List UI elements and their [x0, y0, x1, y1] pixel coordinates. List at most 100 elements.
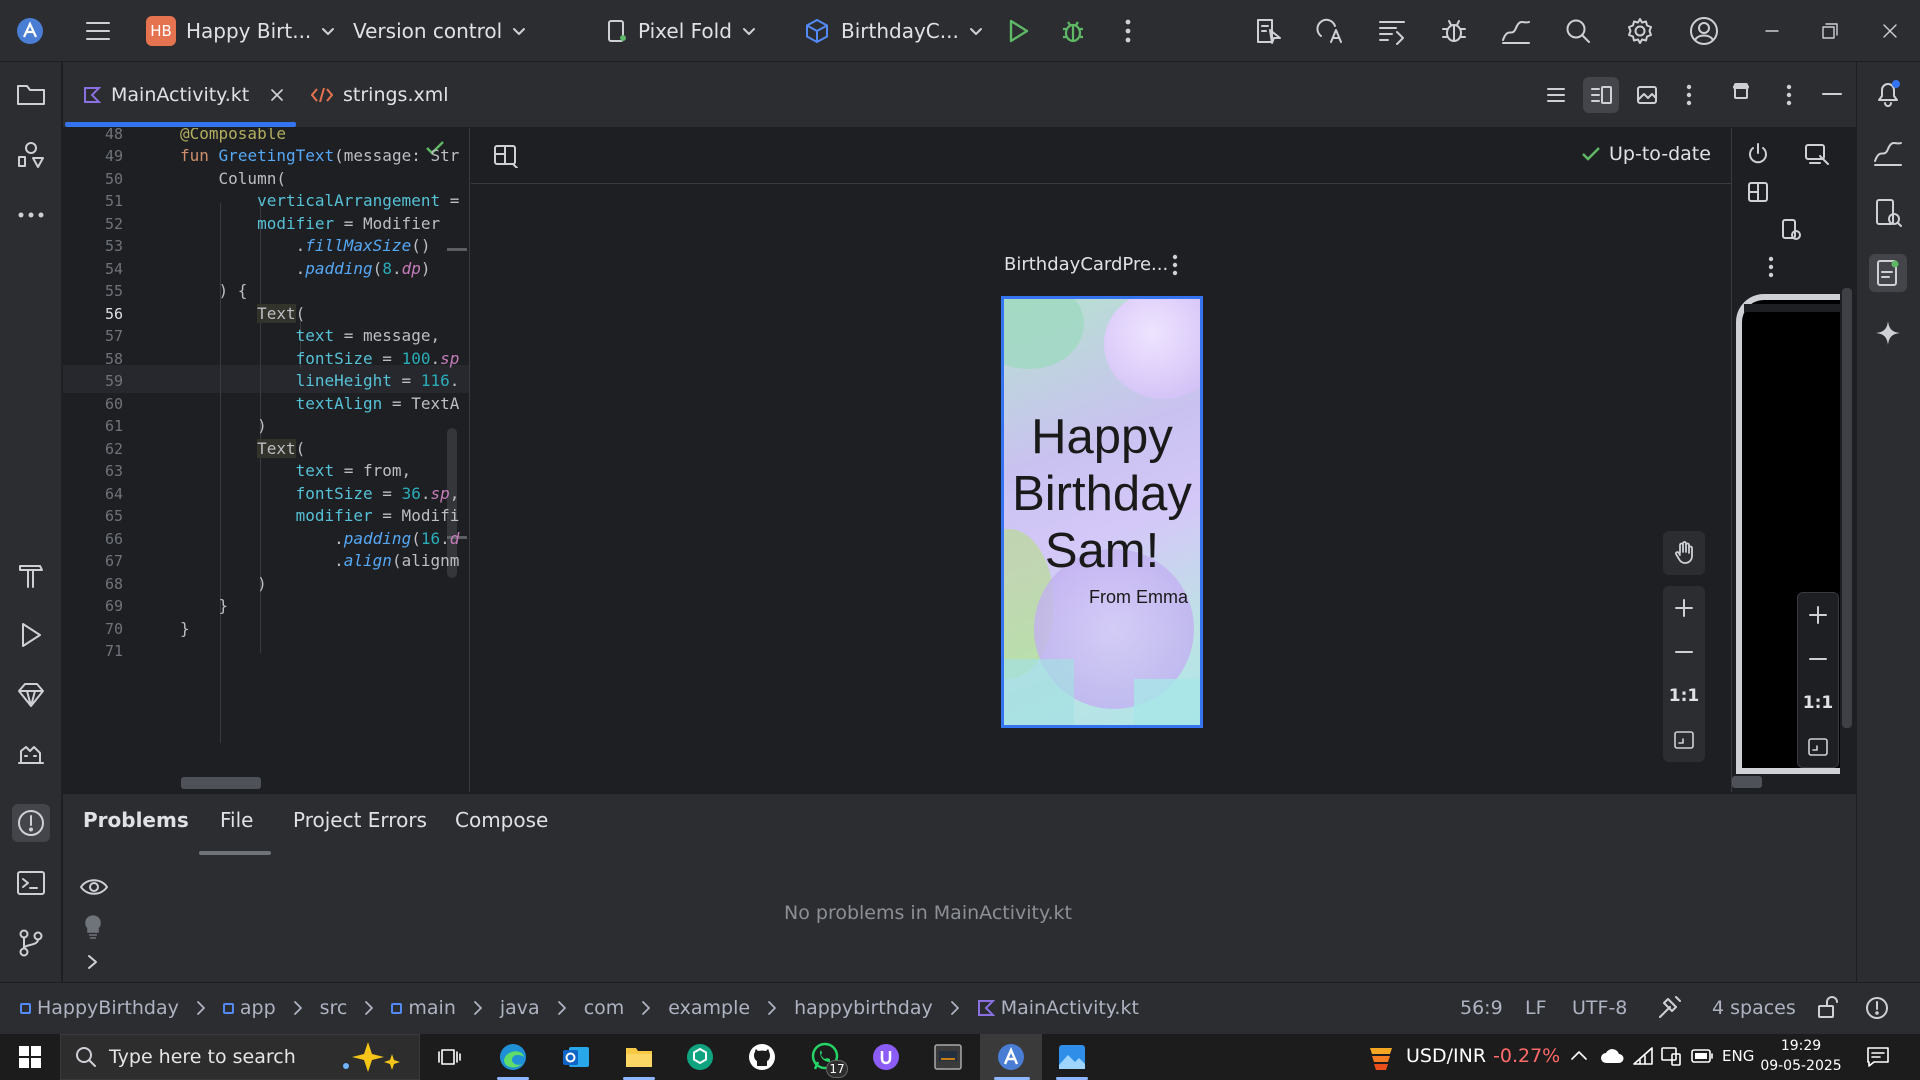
- task-view-icon[interactable]: [430, 1040, 470, 1074]
- device-fold-icon[interactable]: [1746, 180, 1770, 204]
- tab-mainactivity[interactable]: MainActivity.kt: [83, 62, 284, 128]
- android-studio-taskbar-icon[interactable]: [991, 1040, 1031, 1074]
- code-line[interactable]: lineHeight = 116.: [180, 371, 460, 390]
- more-actions-icon[interactable]: [1110, 13, 1146, 49]
- outlook-icon[interactable]: [556, 1040, 596, 1074]
- device-zoom-out-icon[interactable]: [1798, 637, 1838, 681]
- code-line[interactable]: fontSize = 36.sp,: [180, 484, 460, 503]
- device-panel-options-icon[interactable]: [1777, 79, 1801, 111]
- device-more-icon[interactable]: [1768, 256, 1774, 278]
- photos-app-icon[interactable]: [1052, 1040, 1092, 1074]
- device-zoom-actual-size[interactable]: 1:1: [1798, 681, 1838, 725]
- zoom-out-icon[interactable]: [1663, 630, 1705, 674]
- apply-changes-icon[interactable]: [1250, 13, 1286, 49]
- windows-start-icon[interactable]: [10, 1040, 50, 1074]
- network-wifi-icon[interactable]: [1632, 1046, 1654, 1066]
- resource-manager-icon[interactable]: [12, 136, 50, 174]
- indentation[interactable]: 4 spaces: [1712, 997, 1796, 1019]
- expand-chevron-icon[interactable]: [85, 954, 99, 970]
- birthday-card-preview[interactable]: Happy Birthday Sam! From Emma: [1001, 296, 1203, 728]
- breadcrumb-item[interactable]: app: [222, 997, 276, 1019]
- code-line[interactable]: ): [180, 416, 267, 435]
- breadcrumb-item[interactable]: main: [391, 997, 456, 1019]
- file-explorer-icon[interactable]: [619, 1040, 659, 1074]
- code-editor[interactable]: 4748@Composable49fun GreetingText(messag…: [63, 128, 470, 792]
- split-view-icon[interactable]: [1583, 77, 1619, 113]
- tab-strings-xml[interactable]: strings.xml: [311, 62, 449, 128]
- device-explorer-icon[interactable]: [1869, 194, 1907, 232]
- sync-project-icon[interactable]: [1374, 13, 1410, 49]
- main-menu-icon[interactable]: [80, 13, 116, 49]
- build-hammer-icon[interactable]: [12, 556, 50, 594]
- running-devices-icon[interactable]: [1869, 254, 1907, 292]
- code-line[interactable]: }: [180, 596, 229, 615]
- device-selector[interactable]: Pixel Fold: [606, 0, 756, 62]
- device-zoom-in-icon[interactable]: [1798, 593, 1838, 637]
- terminal-icon[interactable]: [12, 864, 50, 902]
- hide-panel-icon[interactable]: [1821, 84, 1851, 108]
- breadcrumb-item[interactable]: MainActivity.kt: [977, 997, 1139, 1019]
- breadcrumb-item[interactable]: java: [500, 997, 540, 1019]
- editor-options-icon[interactable]: [1677, 79, 1701, 111]
- running-devices-header-icon[interactable]: [1733, 82, 1757, 108]
- minimize-window-icon[interactable]: [1754, 13, 1790, 49]
- file-encoding[interactable]: UTF-8: [1572, 997, 1627, 1019]
- code-line[interactable]: text = message,: [180, 326, 441, 345]
- code-line[interactable]: @Composable: [180, 128, 286, 143]
- run-config-selector[interactable]: BirthdayC...: [803, 0, 983, 62]
- tab-project-errors[interactable]: Project Errors: [293, 808, 427, 832]
- unlock-icon[interactable]: [1816, 995, 1840, 1019]
- close-tab-icon[interactable]: [271, 89, 284, 101]
- chatgpt-icon[interactable]: [680, 1040, 720, 1074]
- code-line[interactable]: .padding(16.d: [180, 529, 459, 548]
- settings-gear-icon[interactable]: [1622, 13, 1658, 49]
- power-icon[interactable]: [1746, 142, 1770, 166]
- close-window-icon[interactable]: [1872, 13, 1908, 49]
- language-indicator[interactable]: ENG: [1722, 1047, 1754, 1065]
- gemini-sparkle-icon[interactable]: [1869, 314, 1907, 352]
- hand-pan-icon[interactable]: [1663, 531, 1705, 575]
- device-vertical-scrollbar[interactable]: [1842, 288, 1852, 728]
- preview-layout-icon[interactable]: [493, 144, 519, 168]
- notification-center-icon[interactable]: [1866, 1046, 1890, 1068]
- breadcrumb-item[interactable]: com: [584, 997, 625, 1019]
- editor-horizontal-scrollbar[interactable]: [181, 777, 261, 789]
- code-line[interactable]: verticalArrangement =: [180, 191, 459, 210]
- pan-tool[interactable]: [1663, 531, 1705, 575]
- zoom-to-fit-icon[interactable]: [1663, 718, 1705, 762]
- code-line[interactable]: .padding(8.dp): [180, 259, 431, 278]
- code-line[interactable]: Text(: [180, 303, 305, 323]
- project-folder-icon[interactable]: [12, 76, 50, 114]
- account-avatar-icon[interactable]: [1686, 13, 1722, 49]
- preview-name[interactable]: BirthdayCardPre...: [1004, 254, 1168, 275]
- breadcrumb-item[interactable]: src: [320, 997, 348, 1019]
- preview-options-icon[interactable]: [1172, 254, 1186, 278]
- code-line[interactable]: fun GreetingText(message: Str: [180, 146, 459, 165]
- device-settings-icon[interactable]: [1780, 218, 1802, 242]
- device-horizontal-scrollbar[interactable]: [1732, 776, 1762, 788]
- app-quality-insights-icon[interactable]: [12, 736, 50, 774]
- code-line[interactable]: modifier = Modifier: [180, 214, 440, 233]
- line-ending[interactable]: LF: [1525, 997, 1547, 1019]
- code-line[interactable]: Column(: [180, 169, 286, 188]
- show-hidden-icons-icon[interactable]: [1570, 1048, 1588, 1062]
- battery-icon[interactable]: [1690, 1048, 1714, 1064]
- github-icon[interactable]: [742, 1040, 782, 1074]
- apply-code-changes-icon[interactable]: [1312, 13, 1348, 49]
- breadcrumb-item[interactable]: happybirthday: [794, 997, 933, 1019]
- problems-tool-icon[interactable]: [12, 804, 50, 842]
- aws-terminal-icon[interactable]: [928, 1040, 968, 1074]
- zoom-in-icon[interactable]: [1663, 586, 1705, 630]
- code-line[interactable]: fontSize = 100.sp: [180, 349, 460, 368]
- taskbar-search-box[interactable]: Type here to search: [60, 1034, 420, 1080]
- profiler-icon[interactable]: [1498, 13, 1534, 49]
- code-line[interactable]: ): [180, 574, 267, 593]
- proton-vpn-icon[interactable]: [866, 1040, 906, 1074]
- project-selector[interactable]: HB Happy Birt...: [146, 0, 335, 62]
- restore-window-icon[interactable]: [1812, 13, 1848, 49]
- search-icon[interactable]: [1560, 13, 1596, 49]
- more-tools-icon[interactable]: [12, 196, 50, 234]
- version-control-icon[interactable]: [12, 924, 50, 962]
- notifications-bell-icon[interactable]: [1869, 74, 1907, 112]
- gemini-diamond-icon[interactable]: [12, 676, 50, 714]
